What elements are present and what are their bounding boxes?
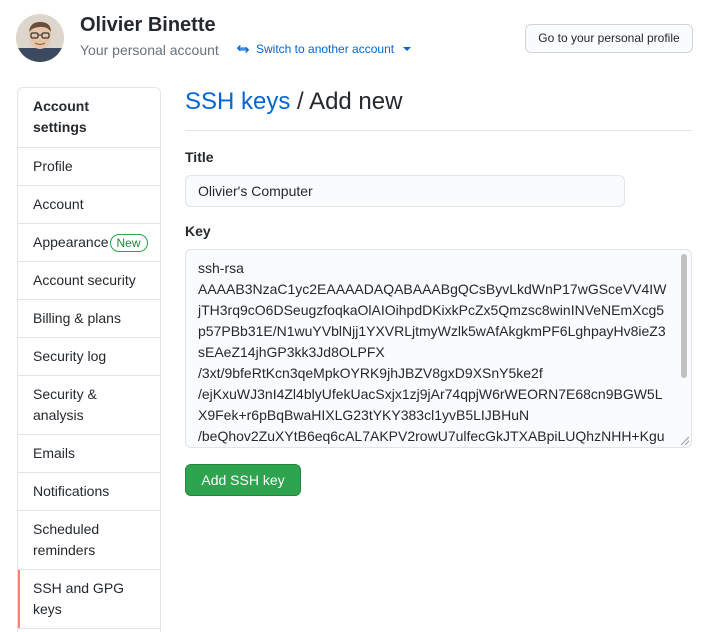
- page-title-text: Add new: [309, 88, 403, 115]
- sidebar-item-notifications[interactable]: Notifications: [18, 473, 160, 511]
- sidebar-item-label: Profile: [33, 158, 73, 174]
- sidebar-item-label: Scheduled reminders: [33, 521, 100, 558]
- switch-account-label: Switch to another account: [256, 42, 395, 56]
- sidebar-item-label: Notifications: [33, 483, 110, 499]
- sidebar-item-label: Account security: [33, 272, 136, 288]
- personal-profile-button[interactable]: Go to your personal profile: [525, 24, 693, 53]
- new-badge: New: [109, 233, 148, 252]
- key-textarea[interactable]: ssh-rsa AAAAB3NzaC1yc2EAAAADAQABAAABgQCs…: [185, 249, 692, 448]
- title-label: Title: [185, 149, 214, 165]
- caret-down-icon: [403, 47, 412, 51]
- sidebar-item-ssh-gpg-keys[interactable]: SSH and GPG keys: [18, 570, 160, 629]
- account-type: Your personal account: [80, 42, 219, 58]
- resize-handle-icon[interactable]: [679, 435, 689, 445]
- sidebar-item-label: SSH and GPG keys: [33, 580, 125, 617]
- sidebar-item-label: Security log: [33, 348, 107, 364]
- sidebar-item-account[interactable]: Account: [18, 186, 160, 224]
- sidebar-item-security-log[interactable]: Security log: [18, 338, 160, 376]
- settings-sidebar: Account settings Profile Account Appeara…: [17, 87, 161, 632]
- user-name: Olivier Binette: [80, 14, 216, 36]
- add-ssh-key-button[interactable]: Add SSH key: [185, 464, 301, 496]
- switch-account-link[interactable]: Switch to another account: [236, 42, 412, 56]
- breadcrumb-separator: /: [297, 88, 304, 115]
- sidebar-item-security-analysis[interactable]: Security & analysis: [18, 376, 160, 435]
- key-label: Key: [185, 223, 211, 239]
- scrollbar[interactable]: [681, 254, 687, 378]
- sidebar-heading: Account settings: [18, 88, 160, 148]
- avatar: [16, 14, 64, 62]
- page-title: SSH keys / Add new: [185, 88, 402, 116]
- sidebar-item-label: Account: [33, 196, 84, 212]
- sidebar-item-label: Emails: [33, 445, 76, 461]
- sidebar-item-label: Billing & plans: [33, 310, 121, 326]
- sidebar-item-appearance[interactable]: Appearance New: [18, 224, 160, 262]
- sidebar-item-profile[interactable]: Profile: [18, 148, 160, 186]
- sidebar-item-billing[interactable]: Billing & plans: [18, 300, 160, 338]
- arrow-switch-icon: [236, 45, 250, 53]
- sidebar-item-scheduled-reminders[interactable]: Scheduled reminders: [18, 511, 160, 570]
- title-divider: [185, 130, 692, 131]
- sidebar-item-account-security[interactable]: Account security: [18, 262, 160, 300]
- sidebar-item-emails[interactable]: Emails: [18, 435, 160, 473]
- sidebar-item-label: Appearance: [33, 234, 109, 250]
- sidebar-item-label: Security & analysis: [33, 386, 97, 423]
- key-text: ssh-rsa AAAAB3NzaC1yc2EAAAADAQABAAABgQCs…: [198, 260, 667, 444]
- breadcrumb-ssh-keys-link[interactable]: SSH keys: [185, 88, 290, 115]
- title-input[interactable]: Olivier's Computer: [185, 175, 625, 207]
